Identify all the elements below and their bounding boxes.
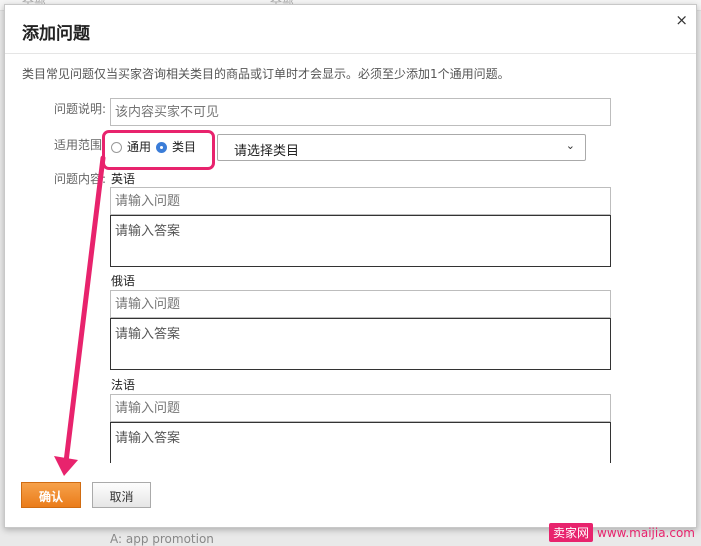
chevron-down-icon: ⌄ bbox=[565, 139, 575, 152]
title-divider bbox=[5, 53, 696, 54]
confirm-button[interactable]: 确认 bbox=[21, 482, 81, 508]
watermark-brand: 卖家网 bbox=[548, 523, 593, 542]
watermark: 卖家网 www.maijia.com bbox=[548, 523, 695, 542]
scope-highlight-box bbox=[102, 130, 215, 170]
dialog-title: 添加问题 bbox=[22, 24, 90, 44]
scroll-clip bbox=[105, 463, 625, 527]
russian-answer-textarea[interactable]: 请输入答案 bbox=[110, 318, 611, 370]
watermark-url: www.maijia.com bbox=[597, 525, 695, 540]
scope-label: 适用范围: bbox=[54, 138, 107, 152]
cancel-button[interactable]: 取消 bbox=[92, 482, 151, 508]
language-label-english: 英语 bbox=[111, 172, 136, 186]
english-answer-textarea[interactable]: 请输入答案 bbox=[110, 215, 611, 267]
notice-text: 类目常见问题仅当买家咨询相关类目的商品或订单时才会显示。必须至少添加1个通用问题… bbox=[22, 67, 510, 81]
add-question-dialog: 添加问题 × 类目常见问题仅当买家咨询相关类目的商品或订单时才会显示。必须至少添… bbox=[4, 4, 697, 528]
background-text: A: app promotion bbox=[110, 532, 214, 546]
french-question-input[interactable] bbox=[110, 394, 611, 422]
close-icon[interactable]: × bbox=[675, 13, 688, 28]
content-label: 问题内容: bbox=[54, 172, 107, 186]
category-select[interactable]: 请选择类目 ⌄ bbox=[217, 134, 586, 161]
desc-label: 问题说明: bbox=[54, 102, 107, 116]
category-select-value: 请选择类目 bbox=[234, 144, 300, 159]
language-label-russian: 俄语 bbox=[111, 274, 136, 288]
language-label-french: 法语 bbox=[111, 378, 136, 392]
english-question-input[interactable] bbox=[110, 187, 611, 215]
russian-answer-placeholder: 请输入答案 bbox=[115, 327, 181, 342]
english-answer-placeholder: 请输入答案 bbox=[115, 224, 181, 239]
russian-question-input[interactable] bbox=[110, 290, 611, 318]
french-answer-placeholder: 请输入答案 bbox=[115, 431, 181, 446]
description-input[interactable] bbox=[110, 98, 611, 126]
